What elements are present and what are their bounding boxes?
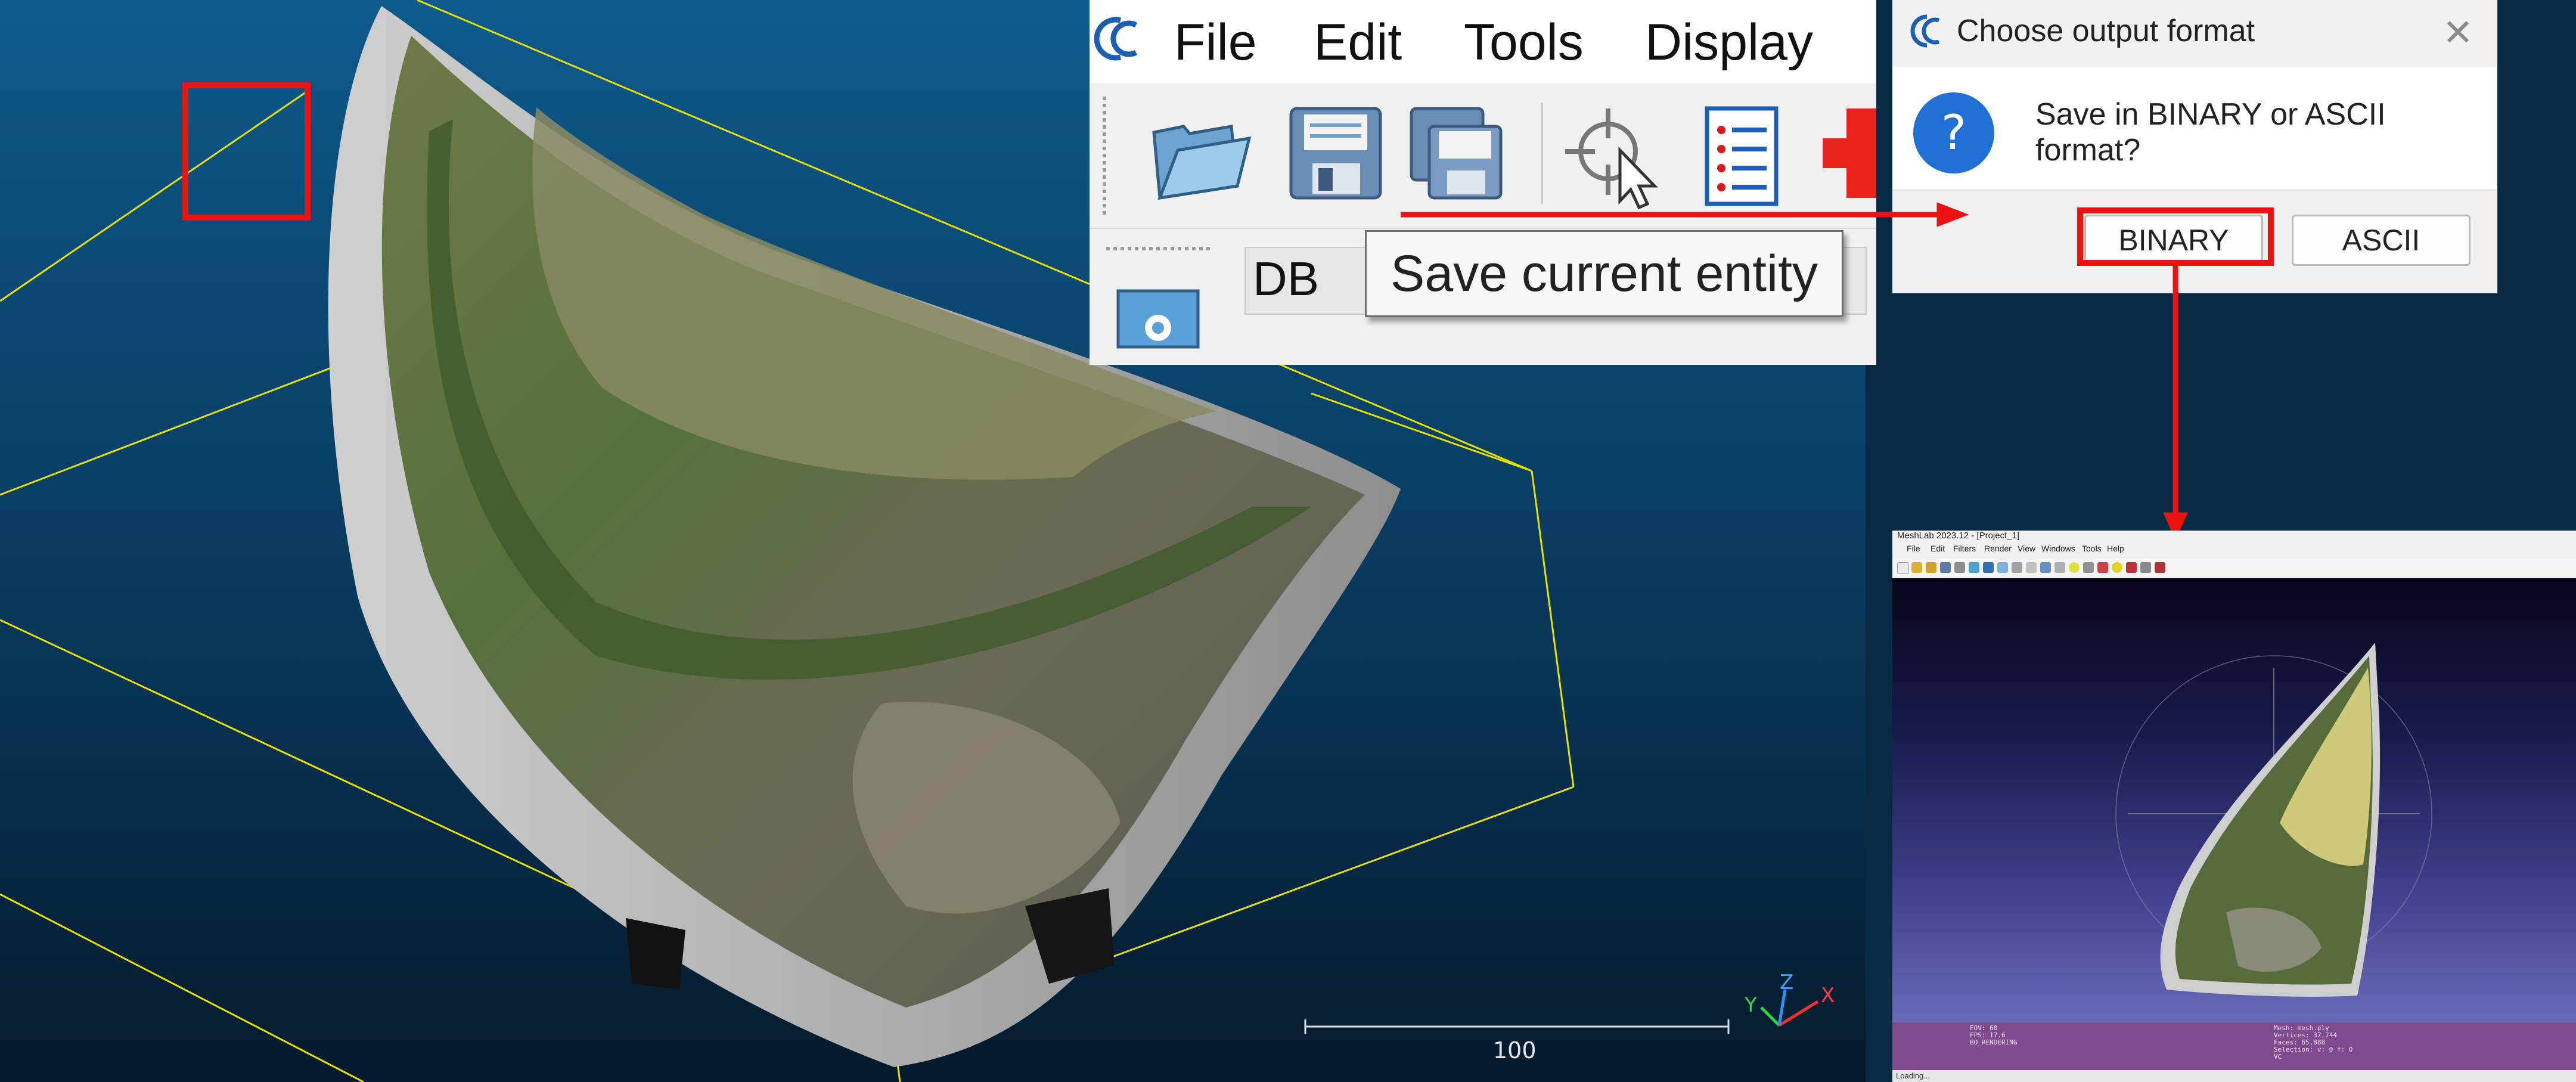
flat-icon[interactable] <box>2026 562 2037 573</box>
reload-icon[interactable] <box>1926 562 1936 573</box>
selection-info: Selection: v: 0 f: 0 <box>2274 1046 2353 1053</box>
points-icon[interactable] <box>1997 562 2008 573</box>
wireframe-icon[interactable] <box>2012 562 2022 573</box>
snapshot-icon[interactable] <box>1954 562 1965 573</box>
meshlab-menu-file[interactable]: File <box>1907 544 1920 553</box>
meshlab-3d-viewport[interactable] <box>1892 578 2576 1022</box>
meshlab-menu-tools[interactable]: Tools <box>2082 544 2102 553</box>
vertex-color-info: VC <box>2274 1053 2282 1061</box>
new-icon[interactable] <box>1897 562 1909 574</box>
mesh-info: Mesh: mesh.ply Vertices: 37,744 Faces: 6… <box>2274 1025 2352 1061</box>
arrow-binary-to-meshlab <box>2163 266 2188 541</box>
arrow-save-to-dialog <box>1401 202 1969 227</box>
info-icon[interactable] <box>2112 562 2122 573</box>
paint-icon[interactable] <box>2155 562 2165 573</box>
meshlab-status-bar: Loading... <box>1892 1070 2576 1082</box>
select-icon[interactable] <box>2126 562 2137 573</box>
meshlab-info-panel: FOV: 60 FPS: 17.6 BO_RENDERING Mesh: mes… <box>1892 1022 2576 1070</box>
annotation-icon[interactable] <box>2069 562 2080 573</box>
meshlab-title: MeshLab 2023.12 - [Project_1] <box>1897 531 2020 541</box>
texture-icon[interactable] <box>2054 562 2065 573</box>
meshlab-menu-render[interactable]: Render <box>1984 544 2012 553</box>
meshlab-menu-filters[interactable]: Filters <box>1953 544 1976 553</box>
open-icon[interactable] <box>1911 562 1922 573</box>
render-info: FOV: 60 FPS: 17.6 BO_RENDERING <box>1970 1025 2017 1046</box>
layers-icon[interactable] <box>1983 562 1994 573</box>
meshlab-window: MeshLab 2023.12 - [Project_1] File Edit … <box>1892 531 2576 1082</box>
meshlab-menu-windows[interactable]: Windows <box>2041 544 2075 553</box>
render-mode-info: BO_RENDERING <box>1970 1038 2018 1046</box>
measure-icon[interactable] <box>2083 562 2094 573</box>
status-text: Loading... <box>1896 1071 1931 1080</box>
meshlab-scene <box>2115 643 2432 997</box>
smooth-icon[interactable] <box>2040 562 2051 573</box>
meshlab-menu-help[interactable]: Help <box>2107 544 2124 553</box>
save-icon[interactable] <box>1940 562 1951 573</box>
meshlab-menu-view[interactable]: View <box>2018 544 2035 553</box>
meshlab-menu-edit[interactable]: Edit <box>1931 544 1945 553</box>
color-icon[interactable] <box>2097 562 2108 573</box>
render-mode-icon[interactable] <box>1969 562 1979 573</box>
meshlab-toolbar <box>1892 557 2576 578</box>
align-icon[interactable] <box>2140 562 2151 573</box>
